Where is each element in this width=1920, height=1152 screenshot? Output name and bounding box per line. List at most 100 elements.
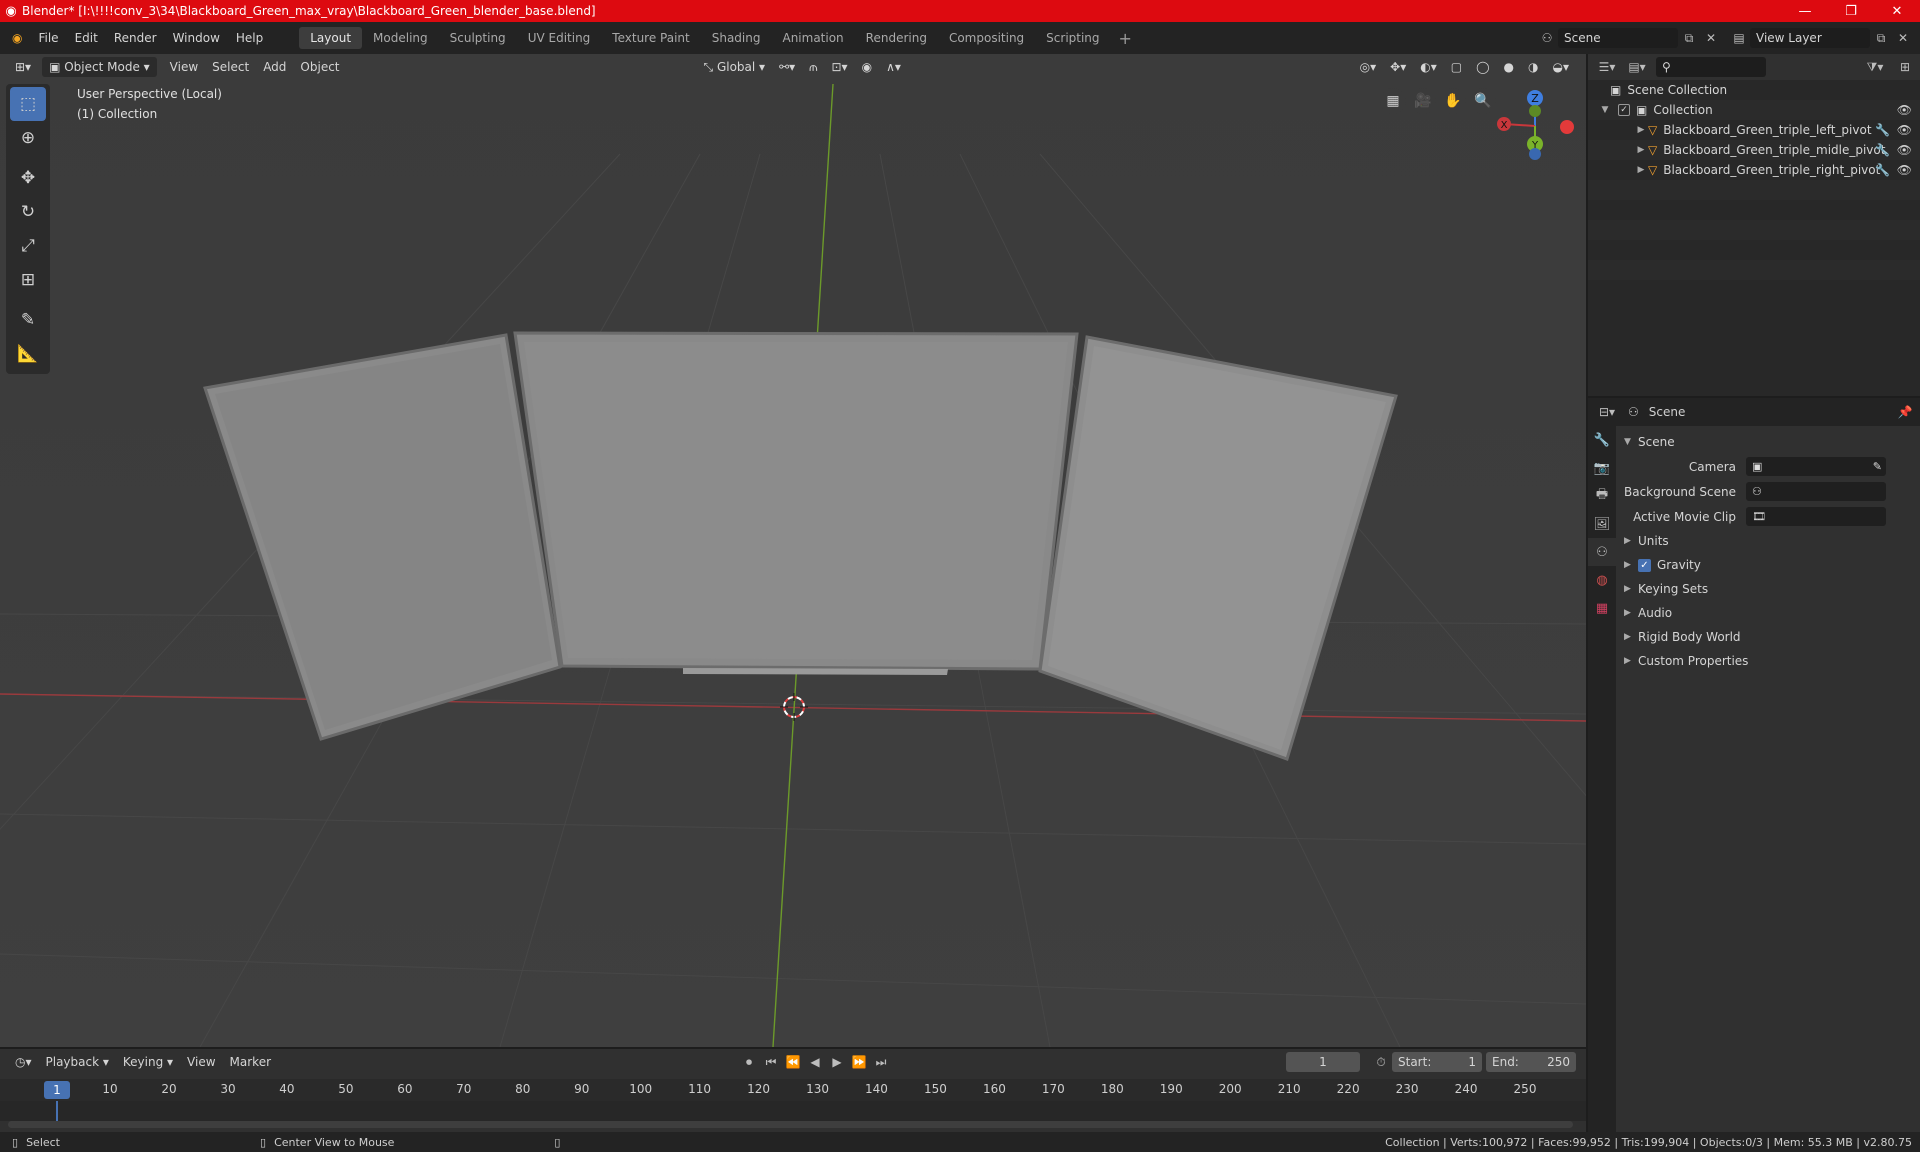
overlay-toggle-icon[interactable]: ◐▾ — [1413, 57, 1444, 77]
play-reverse-icon[interactable]: ◀ — [804, 1052, 826, 1072]
expand-object-icon[interactable]: ▶ — [1634, 165, 1648, 175]
output-tab-icon[interactable]: 🖶 — [1588, 482, 1616, 510]
view-layer-icon[interactable]: ▤ — [1728, 28, 1750, 48]
cursor-tool-icon[interactable]: ⊕ — [6, 121, 50, 155]
3d-viewport[interactable]: Z X Y ⊞▾ ▣ Object Mode ▾ View Select Add… — [0, 54, 1586, 1047]
stopwatch-icon[interactable]: ⏱ — [1370, 1052, 1392, 1072]
tab-shading[interactable]: Shading — [701, 27, 772, 49]
annotate-tool-icon[interactable]: ✎ — [6, 303, 50, 337]
view-layer-tab-icon[interactable]: 🖼 — [1588, 510, 1616, 538]
outliner-search-input[interactable]: ⚲ — [1656, 57, 1766, 77]
menu-keying[interactable]: Keying ▾ — [116, 1052, 180, 1072]
new-view-layer-icon[interactable]: ⧉ — [1870, 28, 1892, 48]
new-collection-icon[interactable]: ⊞ — [1894, 57, 1916, 77]
next-keyframe-icon[interactable]: ⏩ — [848, 1052, 870, 1072]
object-eye-icon[interactable]: 👁 — [1897, 143, 1912, 157]
outliner-row-scene-collection[interactable]: ▣ Scene Collection — [1588, 80, 1920, 100]
record-icon[interactable]: ⏺ — [738, 1052, 760, 1072]
active-movie-clip-field[interactable]: 🎞 — [1746, 507, 1886, 526]
timeline-editor-type-icon[interactable]: ◷▾ — [8, 1052, 39, 1072]
falloff-icon[interactable]: ∧▾ — [879, 57, 908, 77]
blender-menu-icon[interactable]: ◉ — [0, 28, 30, 48]
rendered-shading-icon[interactable]: ◒▾ — [1546, 57, 1577, 77]
close-button[interactable]: ✕ — [1874, 4, 1920, 19]
gizmo-toggle-icon[interactable]: ✥▾ — [1383, 57, 1413, 77]
gizmo-neg-y-handle[interactable] — [1529, 105, 1541, 117]
gravity-section[interactable]: ▶ ✓ Gravity — [1616, 553, 1920, 577]
object-eye-icon[interactable]: 👁 — [1897, 123, 1912, 137]
filter-icon[interactable]: ⧩▾ — [1864, 57, 1886, 77]
proportional-edit-icon[interactable]: ◉ — [855, 57, 879, 77]
outliner-editor-type-icon[interactable]: ☰▾ — [1596, 57, 1618, 77]
expand-object-icon[interactable]: ▶ — [1634, 125, 1648, 135]
end-frame-field[interactable]: End: 250 — [1486, 1052, 1576, 1072]
menu-view[interactable]: View — [163, 57, 205, 77]
jump-end-icon[interactable]: ⏭ — [870, 1052, 892, 1072]
jump-start-icon[interactable]: ⏮ — [760, 1052, 782, 1072]
units-section[interactable]: ▶ Units — [1616, 529, 1920, 553]
tool-tab-icon[interactable]: 🔧 — [1588, 426, 1616, 454]
menu-playback[interactable]: Playback ▾ — [39, 1052, 116, 1072]
orientation-selector[interactable]: ⤡ Global ▾ — [697, 57, 773, 77]
editor-type-icon[interactable]: ⊞▾ — [8, 57, 38, 77]
pivot-icon[interactable]: ⚯▾ — [772, 57, 802, 77]
menu-file[interactable]: File — [30, 28, 66, 48]
menu-edit[interactable]: Edit — [67, 28, 106, 48]
menu-help[interactable]: Help — [228, 28, 271, 48]
tab-uv-editing[interactable]: UV Editing — [517, 27, 602, 49]
timeline-scrollbar[interactable] — [8, 1121, 1573, 1128]
timeline-ruler[interactable]: 1102030405060708090100110120130140150160… — [0, 1079, 1586, 1101]
move-tool-icon[interactable]: ✥ — [6, 161, 50, 195]
expand-collection-icon[interactable]: ▼ — [1598, 105, 1612, 115]
timeline-track[interactable] — [0, 1101, 1586, 1121]
collection-checkbox[interactable]: ✓ — [1618, 104, 1630, 116]
scale-tool-icon[interactable]: ⤢ — [6, 229, 50, 263]
scene-tab-icon[interactable]: ⚇ — [1588, 538, 1616, 566]
camera-view-icon[interactable]: 🎥 — [1410, 88, 1436, 114]
scene-field[interactable]: Scene — [1558, 28, 1678, 48]
transform-tool-icon[interactable]: ⊞ — [6, 263, 50, 297]
outliner-row-object[interactable]: ▶ ▽ Blackboard_Green_triple_left_pivot 🔧… — [1588, 120, 1920, 140]
new-scene-icon[interactable]: ⧉ — [1678, 28, 1700, 48]
wireframe-shading-icon[interactable]: ◯ — [1469, 57, 1496, 77]
view-layer-field[interactable]: View Layer — [1750, 28, 1870, 48]
pin-icon[interactable]: 📌 — [1894, 402, 1916, 422]
menu-object[interactable]: Object — [293, 57, 346, 77]
playhead-frame-indicator[interactable]: 1 — [44, 1081, 70, 1099]
tab-compositing[interactable]: Compositing — [938, 27, 1035, 49]
object-eye-icon[interactable]: 👁 — [1897, 163, 1912, 177]
tab-scripting[interactable]: Scripting — [1035, 27, 1110, 49]
menu-timeline-view[interactable]: View — [180, 1052, 222, 1072]
start-frame-field[interactable]: Start: 1 — [1392, 1052, 1482, 1072]
texture-tab-icon[interactable]: ▦ — [1588, 594, 1616, 622]
menu-marker[interactable]: Marker — [223, 1052, 278, 1072]
snap-icon[interactable]: ⫙ — [802, 57, 824, 77]
outliner-row-object[interactable]: ▶ ▽ Blackboard_Green_triple_right_pivot … — [1588, 160, 1920, 180]
mode-selector[interactable]: ▣ Object Mode ▾ — [42, 57, 157, 77]
display-mode-icon[interactable]: ▤▾ — [1626, 57, 1648, 77]
gravity-checkbox[interactable]: ✓ — [1638, 558, 1651, 572]
tab-rendering[interactable]: Rendering — [855, 27, 938, 49]
material-shading-icon[interactable]: ◑ — [1521, 57, 1545, 77]
scene-selector-icon[interactable]: ⚇ — [1536, 28, 1558, 48]
modifier-wrench-icon[interactable]: 🔧 — [1875, 163, 1890, 177]
minimize-button[interactable]: — — [1782, 4, 1828, 19]
select-box-tool-icon[interactable]: ⬚ — [10, 87, 46, 121]
rigid-body-world-section[interactable]: ▶ Rigid Body World — [1616, 625, 1920, 649]
solid-shading-icon[interactable]: ● — [1497, 57, 1521, 77]
maximize-button[interactable]: ❐ — [1828, 4, 1874, 19]
outliner-row-object[interactable]: ▶ ▽ Blackboard_Green_triple_midle_pivot … — [1588, 140, 1920, 160]
tab-texture-paint[interactable]: Texture Paint — [601, 27, 700, 49]
world-tab-icon[interactable]: ◍ — [1588, 566, 1616, 594]
menu-render[interactable]: Render — [106, 28, 165, 48]
snap-target-icon[interactable]: ⊡▾ — [825, 57, 855, 77]
delete-scene-icon[interactable]: ✕ — [1700, 28, 1722, 48]
modifier-wrench-icon[interactable]: 🔧 — [1875, 123, 1890, 137]
eyedropper-icon[interactable]: ✎ — [1873, 460, 1882, 473]
collection-eye-icon[interactable]: 👁 — [1897, 103, 1912, 117]
expand-object-icon[interactable]: ▶ — [1634, 145, 1648, 155]
properties-editor-type-icon[interactable]: ⊟▾ — [1596, 402, 1618, 422]
camera-field[interactable]: ▣ ✎ — [1746, 457, 1886, 476]
background-scene-field[interactable]: ⚇ — [1746, 482, 1886, 501]
add-workspace-button[interactable]: + — [1111, 29, 1140, 48]
